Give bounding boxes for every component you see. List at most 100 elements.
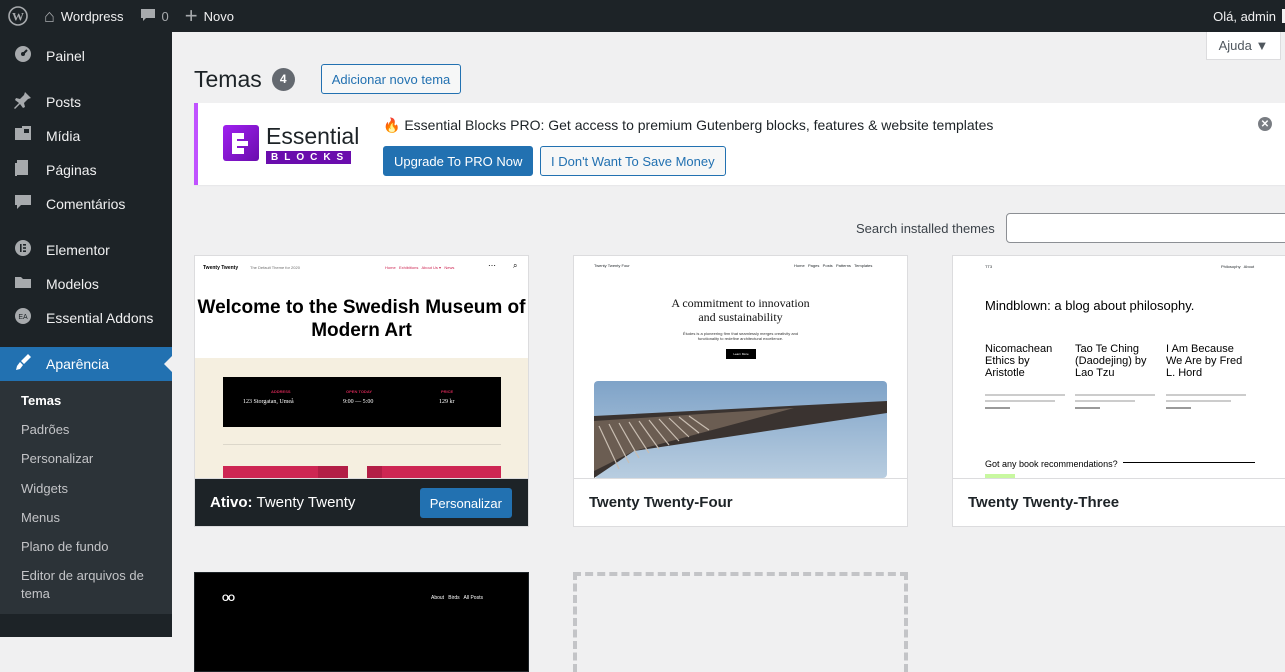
preview-address: 123 Storgatan, Umeå: [243, 399, 294, 405]
theme-card-twenty-twenty-four[interactable]: Twenty Twenty Four Home Pages Posts Patt…: [573, 255, 908, 527]
menu-item-comentarios[interactable]: Comentários: [0, 187, 172, 221]
menu-item-midia[interactable]: Mídia: [0, 119, 172, 153]
plus-icon: +: [184, 3, 198, 28]
pin-icon: [10, 91, 36, 114]
essential-blocks-notice: Essential BLOCKS 🔥 Essential Blocks PRO:…: [194, 103, 1285, 185]
preview-tagline: The Default Theme for 2020: [250, 265, 300, 270]
preview-post-1: Nicomachean Ethics by Aristotle: [985, 343, 1053, 379]
close-icon[interactable]: ✕: [1258, 117, 1272, 131]
main-content: Ajuda ▼ Temas 4 Adicionar novo tema Esse…: [172, 32, 1285, 672]
logo-word: Essential: [266, 123, 360, 149]
preview-price: 129 kr: [439, 399, 455, 405]
search-label: Search installed themes: [856, 221, 995, 236]
preview-hero-heading: Welcome to the Swedish Museum of Modern …: [195, 278, 528, 358]
preview-search-icon: ⌕: [513, 261, 518, 270]
wordpress-logo-icon[interactable]: W: [0, 0, 36, 32]
theme-screenshot[interactable]: TT3 Philosophy About Mindblown: a blog a…: [953, 256, 1285, 478]
admin-bar: W ⌂ Wordpress 0 + Novo Olá, admin: [0, 0, 1285, 32]
preview-info-bar: ADDRESS 123 Storgatan, Umeå OPEN TODAY 9…: [223, 377, 501, 427]
menu-label: Elementor: [46, 242, 110, 258]
preview-nav: Home Pages Posts Patterns Templates: [794, 263, 873, 268]
preview-question: Got any book recommendations?: [985, 459, 1118, 469]
active-label: Ativo:: [210, 494, 253, 511]
preview-address-label: ADDRESS: [271, 389, 291, 394]
pages-icon: [10, 159, 36, 182]
add-new-theme-card[interactable]: [573, 572, 908, 672]
theme-card-twenty-twenty-three[interactable]: TT3 Philosophy About Mindblown: a blog a…: [952, 255, 1285, 527]
appearance-icon: [10, 353, 36, 376]
svg-text:W: W: [12, 10, 24, 24]
comments-icon: [10, 194, 36, 215]
preview-site-title: Twenty Twenty: [203, 265, 239, 271]
comments-count: 0: [161, 8, 169, 24]
submenu-menus[interactable]: Menus: [0, 504, 172, 533]
theme-name: Twenty Twenty-Four: [574, 478, 907, 526]
admin-sidebar: Painel Posts Mídia Páginas Comentários E…: [0, 32, 172, 637]
submenu-personalizar[interactable]: Personalizar: [0, 445, 172, 474]
menu-item-painel[interactable]: Painel: [0, 39, 172, 73]
menu-label: Essential Addons: [46, 310, 154, 326]
logo-sub: BLOCKS: [266, 151, 352, 164]
submenu-plano-de-fundo[interactable]: Plano de fundo: [0, 533, 172, 562]
preview-nav: About Birds All Posts: [431, 595, 483, 601]
menu-label: Painel: [46, 48, 85, 64]
preview-heading: Mindblown: a blog about philosophy.: [985, 298, 1195, 313]
theme-count-badge: 4: [271, 67, 295, 91]
home-icon: ⌂: [44, 6, 55, 26]
menu-item-posts[interactable]: Posts: [0, 85, 172, 119]
dismiss-save-money-button[interactable]: I Don't Want To Save Money: [540, 146, 726, 176]
site-name-link[interactable]: ⌂ Wordpress: [36, 0, 132, 32]
menu-label: Mídia: [46, 128, 81, 144]
theme-card-twenty-twenty[interactable]: Twenty Twenty The Default Theme for 2020…: [194, 255, 529, 527]
comment-bubble-icon: [140, 7, 156, 25]
menu-item-essential-addons[interactable]: EA Essential Addons: [0, 301, 172, 335]
theme-screenshot[interactable]: Twenty Twenty Four Home Pages Posts Patt…: [574, 256, 907, 478]
customize-button[interactable]: Personalizar: [419, 488, 512, 518]
theme-card-fourth[interactable]: OO About Birds All Posts: [194, 572, 529, 672]
preview-open-label: OPEN TODAY: [346, 389, 373, 394]
upgrade-pro-button[interactable]: Upgrade To PRO Now: [383, 146, 534, 176]
preview-post-2: Tao Te Ching (Daodejing) by Lao Tzu: [1075, 343, 1147, 379]
menu-item-aparencia[interactable]: Aparência: [0, 347, 172, 381]
preview-price-label: PRICE: [441, 389, 454, 394]
menu-item-modelos[interactable]: Modelos: [0, 267, 172, 301]
menu-label: Aparência: [46, 356, 110, 372]
preview-nav: Home Exhibitions About Us ▾ News: [385, 265, 455, 270]
menu-label: Modelos: [46, 276, 99, 292]
new-content-link[interactable]: + Novo: [177, 0, 242, 32]
submenu-temas[interactable]: Temas: [0, 387, 172, 416]
preview-page: Twenty Twenty Four Home Pages Posts Patt…: [574, 256, 907, 478]
submenu-padroes[interactable]: Padrões: [0, 416, 172, 445]
preview-heading: A commitment to innovation and sustainab…: [671, 296, 810, 324]
essential-addons-icon: EA: [10, 307, 36, 330]
theme-screenshot[interactable]: Twenty Twenty The Default Theme for 2020…: [195, 256, 528, 478]
menu-item-paginas[interactable]: Páginas: [0, 153, 172, 187]
submenu-editor-de-arquivos[interactable]: Editor de arquivos de tema: [0, 562, 172, 609]
theme-name: Twenty Twenty: [256, 494, 356, 511]
preview-open: 9:00 — 5:00: [343, 399, 374, 405]
preview-post-3: I Am Because We Are by Fred L. Hord: [1166, 343, 1243, 379]
menu-label: Comentários: [46, 196, 126, 212]
preview-nav: Philosophy About: [1221, 264, 1255, 269]
preview-learn-more: Learn More: [726, 349, 756, 359]
menu-item-elementor[interactable]: Elementor: [0, 233, 172, 267]
theme-name: Twenty Twenty-Three: [953, 478, 1285, 526]
menu-label: Posts: [46, 94, 82, 110]
preview-header: Twenty Twenty The Default Theme for 2020…: [195, 256, 528, 278]
search-input[interactable]: [1006, 213, 1285, 243]
svg-text:EA: EA: [18, 314, 28, 321]
page-header: Temas 4 Adicionar novo tema: [194, 64, 462, 94]
dashboard-icon: [10, 45, 36, 68]
preview-logo: OO: [222, 593, 235, 603]
preview-architecture-image: [594, 381, 887, 478]
my-account-link[interactable]: Olá, admin: [1205, 8, 1285, 24]
submenu-widgets[interactable]: Widgets: [0, 475, 172, 504]
preview-info-section: ADDRESS 123 Storgatan, Umeå OPEN TODAY 9…: [195, 358, 528, 478]
comments-link[interactable]: 0: [132, 0, 177, 32]
add-new-theme-button[interactable]: Adicionar novo tema: [320, 64, 462, 94]
folder-icon: [10, 274, 36, 295]
help-tab-button[interactable]: Ajuda ▼: [1206, 32, 1281, 60]
preview-site-title: TT3: [985, 264, 993, 269]
site-name: Wordpress: [60, 8, 124, 24]
greeting: Olá, admin: [1213, 8, 1276, 24]
